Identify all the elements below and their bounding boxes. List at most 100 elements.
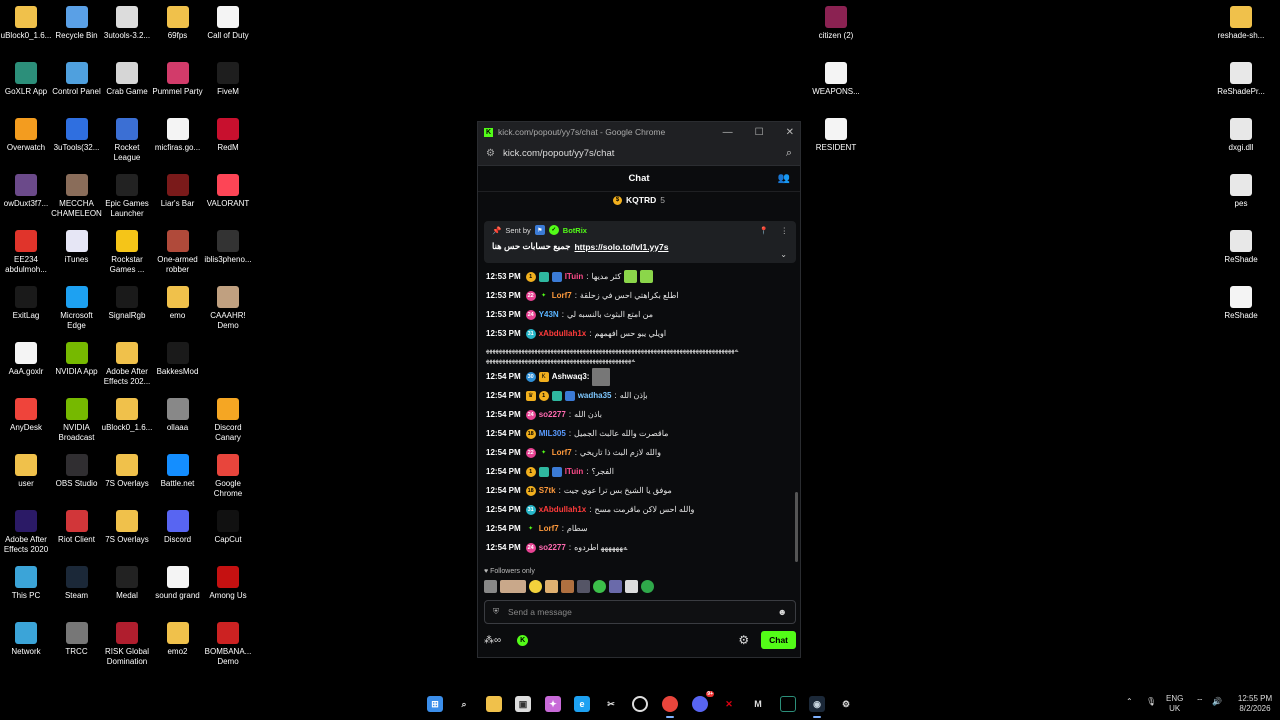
desktop-shortcut[interactable]: AaA.goxlr: [0, 342, 52, 377]
chat-message[interactable]: 12:54 PM 1 ITuin: الفجر؟: [486, 462, 792, 481]
medal-icon[interactable]: M: [750, 696, 766, 712]
chat-username[interactable]: ITuin: [565, 272, 584, 281]
chat-message[interactable]: 12:54 PM 18 S7tk: موفق يا الشيخ بس ترا عوي …: [486, 481, 792, 500]
desktop-shortcut[interactable]: dxgi.dll: [1215, 118, 1267, 153]
chat-message[interactable]: 12:54 PM 24 so2277: ﻪﻬﻬﻬﻬﻬﻬ اطردوه: [486, 538, 792, 557]
desktop-shortcut[interactable]: Google Chrome: [202, 454, 254, 499]
desktop-shortcut[interactable]: Recycle Bin: [51, 6, 103, 41]
gear-icon[interactable]: ⚙: [738, 633, 749, 647]
desktop-shortcut[interactable]: BOMBANA... Demo: [202, 622, 254, 667]
chat-username[interactable]: Lorf7: [539, 524, 559, 533]
desktop-shortcut[interactable]: Discord Canary: [202, 398, 254, 443]
desktop-shortcut[interactable]: 3uTools(32...: [51, 118, 103, 153]
desktop-shortcut[interactable]: RISK Global Domination: [101, 622, 153, 667]
emote-quickbar[interactable]: [484, 580, 654, 593]
desktop-shortcut[interactable]: ReShade: [1215, 230, 1267, 265]
desktop-shortcut[interactable]: owDuxt3f7...: [0, 174, 52, 209]
chat-message[interactable]: 12:54 PM 18 MIL305: ماقصرت والله عالبث الجم…: [486, 424, 792, 443]
window-titlebar[interactable]: K kick.com/popout/yy7s/chat - Google Chr…: [478, 122, 800, 142]
start-icon[interactable]: ⊞: [427, 696, 443, 712]
bot-name[interactable]: BotRix: [563, 226, 587, 235]
desktop-shortcut[interactable]: Microsoft Edge: [51, 286, 103, 331]
chat-username[interactable]: so2277: [539, 410, 566, 419]
desktop-shortcut[interactable]: 3utools-3.2...: [101, 6, 153, 41]
chat-message[interactable]: 12:54 PM 30 K Ashwaq3:: [486, 367, 792, 386]
chat-message[interactable]: 12:53 PM 31 xAbdullah1x: اويلي يبو حس افهمه…: [486, 324, 792, 343]
address-bar[interactable]: ⚙ kick.com/popout/yy7s/chat ⌕: [478, 142, 800, 166]
desktop-shortcut[interactable]: ollaaa: [152, 398, 204, 433]
desktop-shortcut[interactable]: Liar's Bar: [152, 174, 204, 209]
emoji-icon[interactable]: ☻: [778, 607, 787, 617]
desktop-shortcut[interactable]: pes: [1215, 174, 1267, 209]
chat-username[interactable]: so2277: [539, 543, 566, 552]
desktop-shortcut[interactable]: Control Panel: [51, 62, 103, 97]
emote[interactable]: [577, 580, 590, 593]
desktop-shortcut[interactable]: Crab Game: [101, 62, 153, 97]
chat-username[interactable]: Ashwaq3:: [552, 372, 590, 381]
volume-icon[interactable]: 🔊: [1212, 697, 1222, 707]
pinned-message[interactable]: 📌 Sent by ⚑ ✓ BotRix 📍 ⋮ جميع حسابات حس …: [484, 221, 796, 263]
send-message-input[interactable]: ⛨ Send a message ☻: [484, 600, 796, 624]
desktop-shortcut[interactable]: One-armed robber: [152, 230, 204, 275]
desktop-shortcut[interactable]: RedM: [202, 118, 254, 153]
emote[interactable]: [561, 580, 574, 593]
chrome-popup-window[interactable]: K kick.com/popout/yy7s/chat - Google Chr…: [477, 121, 801, 658]
desktop-shortcut[interactable]: sound grand: [152, 566, 204, 601]
file-explorer-icon[interactable]: [486, 696, 502, 712]
chat-username[interactable]: S7tk: [539, 486, 556, 495]
desktop-shortcut[interactable]: uBlock0_1.6...: [101, 398, 153, 433]
desktop-shortcut[interactable]: GoXLR App: [0, 62, 52, 97]
desktop-shortcut[interactable]: OBS Studio: [51, 454, 103, 489]
chevron-down-icon[interactable]: ⌄: [780, 250, 787, 259]
close-icon[interactable]: ✕: [786, 127, 794, 138]
chat-message[interactable]: 12:53 PM 1 ITuin: كثر مديها: [486, 267, 792, 286]
unpin-icon[interactable]: 📍: [759, 226, 768, 235]
desktop-shortcut[interactable]: emo: [152, 286, 204, 321]
desktop-shortcut[interactable]: Adobe After Effects 2020: [0, 510, 52, 555]
desktop-shortcut[interactable]: uBlock0_1.6...: [0, 6, 52, 41]
chat-message[interactable]: 12:54 PM ✦ Lorf7: سطام: [486, 519, 792, 538]
chat-username[interactable]: Y43N: [539, 310, 559, 319]
desktop-shortcut[interactable]: ReShade: [1215, 286, 1267, 321]
desktop-shortcut[interactable]: Discord: [152, 510, 204, 545]
desktop-shortcut[interactable]: Epic Games Launcher: [101, 174, 153, 219]
chrome-icon[interactable]: [662, 696, 678, 718]
steam-icon[interactable]: ◉: [809, 696, 825, 718]
desktop-shortcut[interactable]: CapCut: [202, 510, 254, 545]
desktop-shortcut[interactable]: Battle.net: [152, 454, 204, 489]
desktop-shortcut[interactable]: Overwatch: [0, 118, 52, 153]
desktop-shortcut[interactable]: Medal: [101, 566, 153, 601]
microphone-icon[interactable]: 🎙: [1146, 697, 1156, 707]
edge-icon[interactable]: e: [574, 696, 590, 712]
chat-message[interactable]: 12:54 PM 22 ✦ Lorf7: والله لازم البث ذا تاري…: [486, 443, 792, 462]
discord-icon[interactable]: 9+: [692, 691, 714, 712]
chat-message[interactable]: 12:54 PM 31 xAbdullah1x: والله احس لاكن ماق…: [486, 500, 792, 519]
minimize-icon[interactable]: —: [723, 127, 733, 138]
wifi-icon[interactable]: ⌔: [1196, 697, 1204, 707]
chat-username[interactable]: ITuin: [565, 467, 584, 476]
desktop-shortcut[interactable]: FiveM: [202, 62, 254, 97]
chat-username[interactable]: xAbdullah1x: [539, 505, 587, 514]
desktop-shortcut[interactable]: iblis3pheno...: [202, 230, 254, 265]
site-info-icon[interactable]: ⚙: [486, 148, 495, 159]
top-gifter[interactable]: $ KQTRD 5: [478, 192, 800, 208]
desktop-shortcut[interactable]: Call of Duty: [202, 6, 254, 41]
emote[interactable]: [609, 580, 622, 593]
clock[interactable]: 12:55 PM 8/2/2026: [1232, 694, 1278, 714]
desktop-shortcut[interactable]: This PC: [0, 566, 52, 601]
desktop-shortcut[interactable]: citizen (2): [810, 6, 862, 41]
copilot-icon[interactable]: ✦: [545, 696, 561, 712]
emote[interactable]: [641, 580, 654, 593]
desktop-shortcut[interactable]: Rockstar Games ...: [101, 230, 153, 275]
desktop-shortcut[interactable]: 69fps: [152, 6, 204, 41]
desktop-shortcut[interactable]: SignalRgb: [101, 286, 153, 321]
chat-scrollbar[interactable]: [795, 492, 798, 562]
kick-emote-icon[interactable]: K: [517, 634, 529, 646]
desktop-shortcut[interactable]: CAAAHR! Demo: [202, 286, 254, 331]
desktop-shortcut[interactable]: Pummel Party: [152, 62, 204, 97]
xbox-app-icon[interactable]: ✕: [721, 696, 737, 712]
desktop-shortcut[interactable]: AnyDesk: [0, 398, 52, 433]
goxlr-icon[interactable]: [780, 696, 796, 712]
chat-messages[interactable]: 12:53 PM 1 ITuin: كثر مديها 12:53 PM 22 ✦ Lorf7…: [478, 267, 800, 567]
emote[interactable]: [625, 580, 638, 593]
